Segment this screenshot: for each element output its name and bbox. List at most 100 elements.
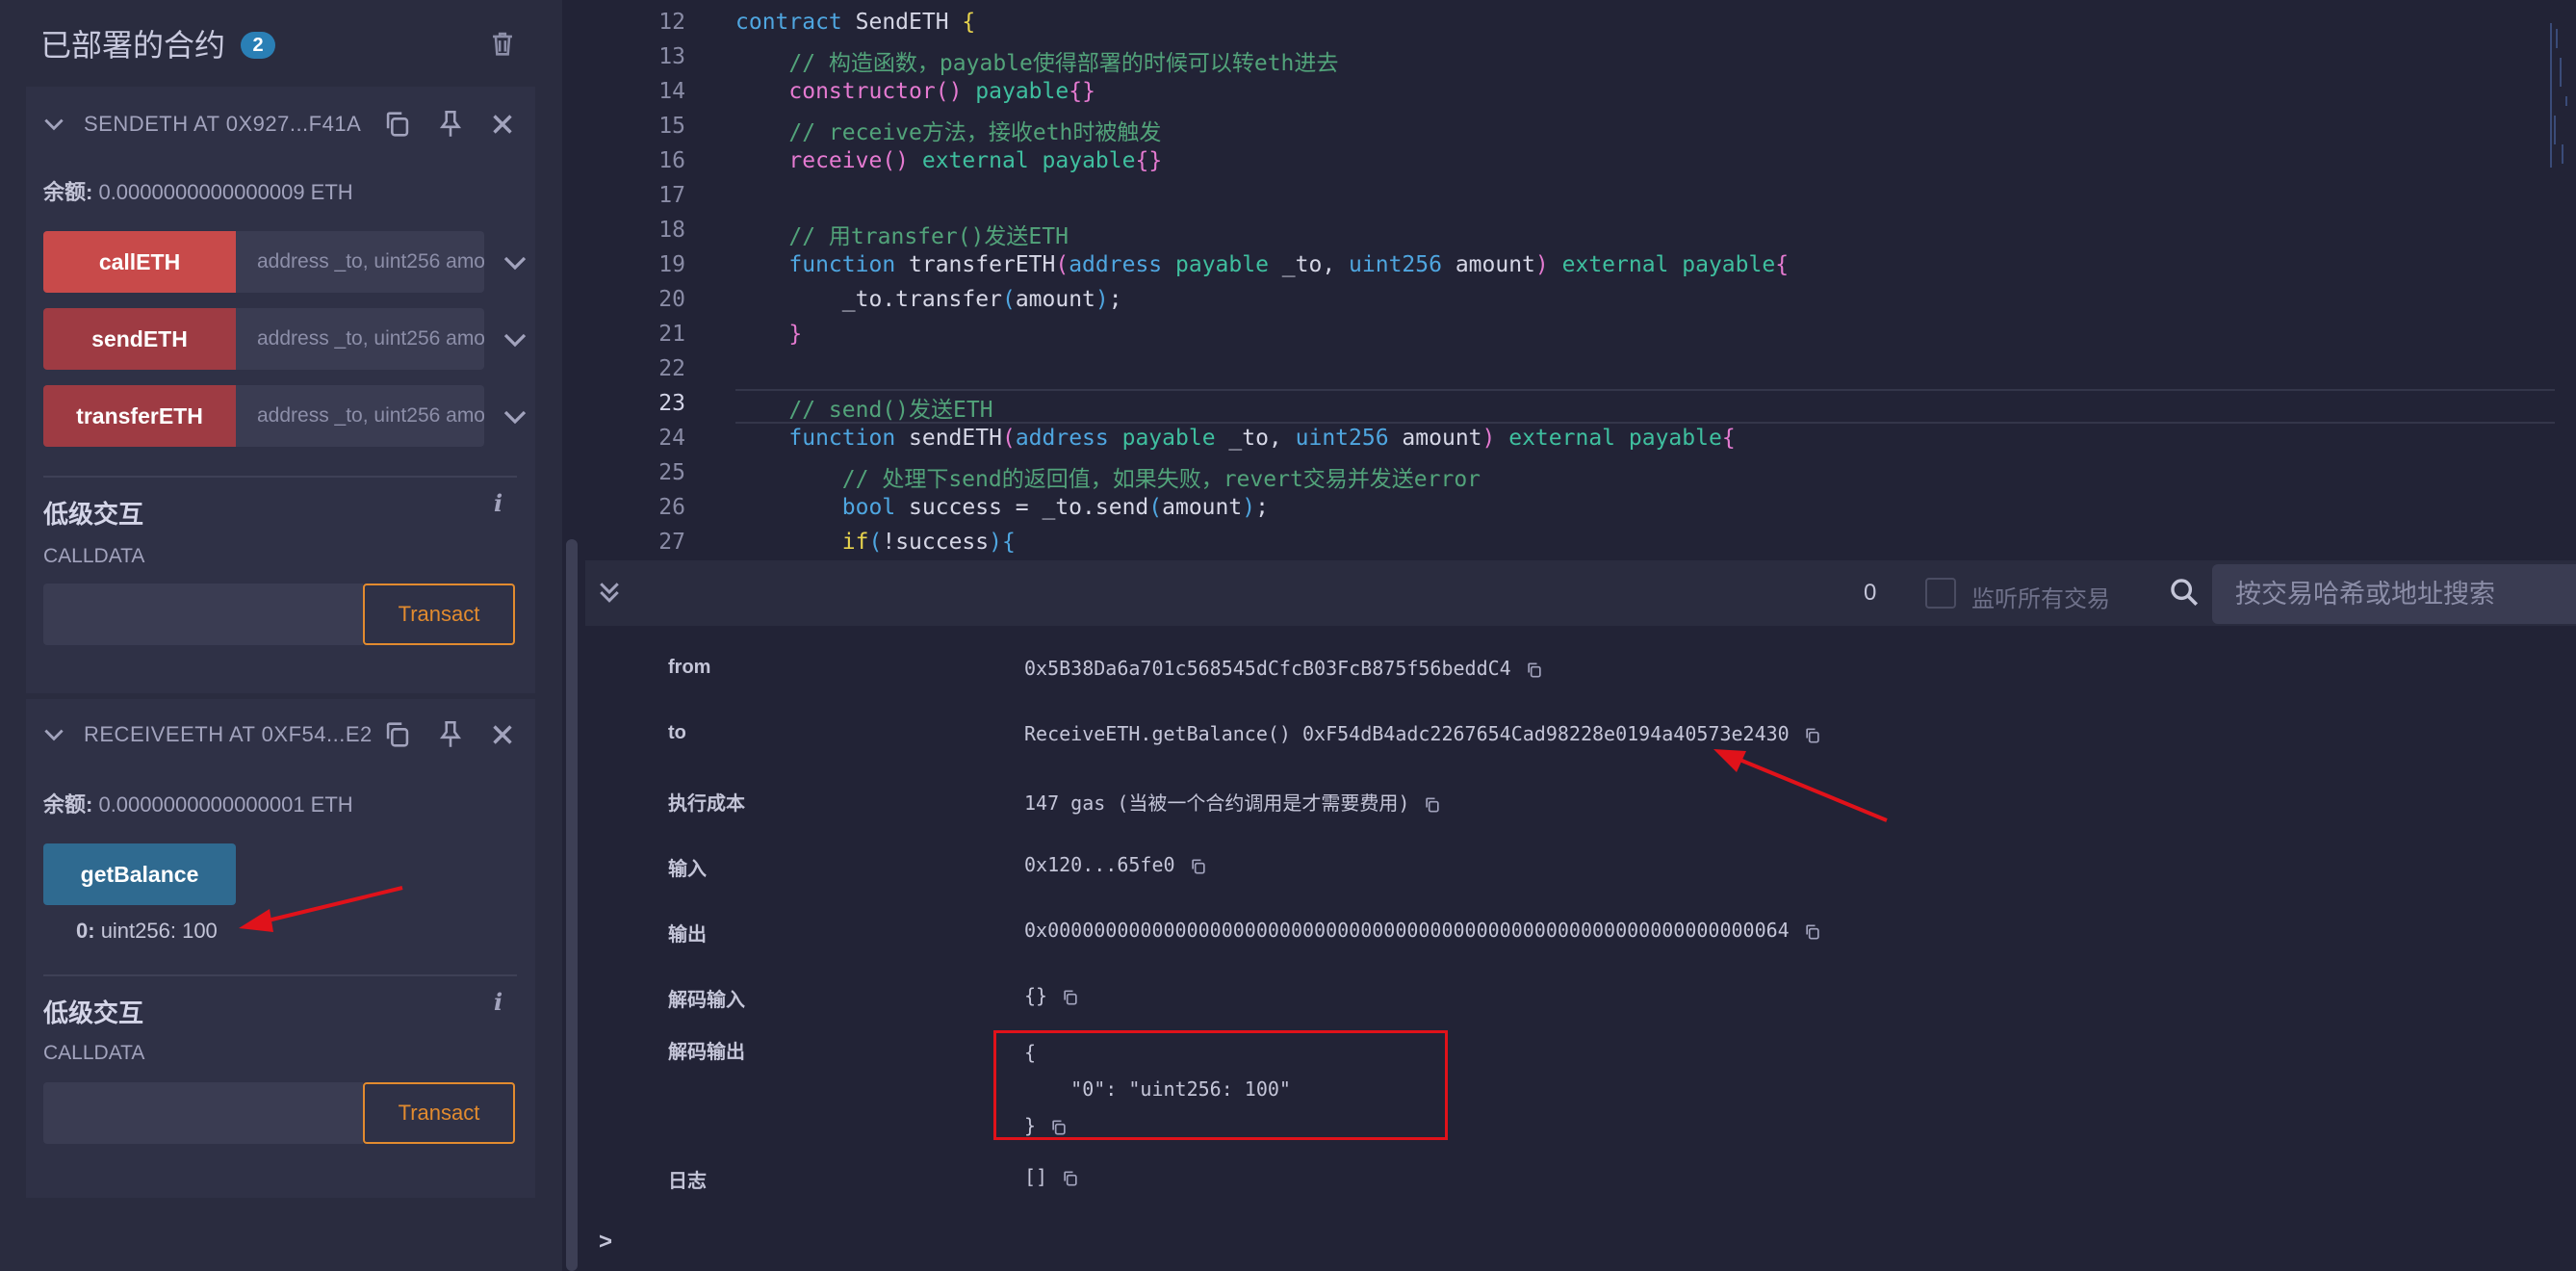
terminal-toolbar: 0 监听所有交易 按交易哈希或地址搜索 xyxy=(585,560,2576,626)
copy-icon[interactable] xyxy=(1423,795,1442,815)
contract-card-receiveeth: RECEIVEETH AT 0XF54...E2430 余额: 0.000000… xyxy=(26,699,535,1198)
minimap[interactable] xyxy=(2549,19,2574,173)
copy-icon[interactable] xyxy=(1189,857,1208,876)
copy-icon[interactable] xyxy=(1061,1169,1080,1188)
pin-icon[interactable] xyxy=(434,718,467,751)
calldata-label: CALLDATA xyxy=(43,1042,145,1064)
calleth-input[interactable]: address _to, uint256 amount xyxy=(236,231,484,293)
copy-icon[interactable] xyxy=(381,718,414,751)
tx-field-label: 解码输入 xyxy=(668,990,745,1011)
left-panel-scrollbar[interactable] xyxy=(562,0,585,1271)
copy-icon[interactable] xyxy=(1803,726,1822,745)
line-number: 27 xyxy=(658,530,685,555)
tx-field-label: from xyxy=(668,657,711,678)
line-number: 21 xyxy=(658,322,685,347)
divider xyxy=(43,476,517,478)
line-number: 15 xyxy=(658,114,685,139)
listen-all-checkbox[interactable] xyxy=(1925,578,1956,609)
getbalance-result: 0: uint256: 100 xyxy=(76,919,218,943)
line-number: 23 xyxy=(658,391,685,416)
transact-button[interactable]: Transact xyxy=(363,584,515,645)
line-number: 25 xyxy=(658,460,685,485)
deployed-contracts-panel: 已部署的合约 2 SENDETH AT 0X927...F41A 余额: 0.0… xyxy=(0,0,562,1271)
code-line[interactable]: // 用transfer()发送ETH xyxy=(735,218,1069,250)
chevron-down-icon[interactable] xyxy=(41,112,66,137)
code-line[interactable]: if(!success){ xyxy=(735,530,1016,555)
getbalance-button[interactable]: getBalance xyxy=(43,843,236,905)
copy-icon[interactable] xyxy=(1525,661,1544,680)
contract-address-label: SENDETH AT 0X927...F41A xyxy=(84,112,362,136)
code-line[interactable]: constructor() payable{} xyxy=(735,79,1095,104)
chevron-down-icon[interactable] xyxy=(41,722,66,747)
panel-title: 已部署的合约 xyxy=(40,28,226,63)
tx-field-label: 解码输出 xyxy=(668,1042,745,1063)
line-number: 22 xyxy=(658,356,685,381)
terminal-prompt[interactable]: > xyxy=(599,1229,612,1256)
close-icon[interactable] xyxy=(486,108,519,141)
terminal-output: from 0x5B38Da6a701c568545dCfcB03FcB875f5… xyxy=(585,626,2576,1271)
tx-to-value: ReceiveETH.getBalance() 0xF54dB4adc22676… xyxy=(1024,722,1822,745)
tx-from-value: 0x5B38Da6a701c568545dCfcB03FcB875f56bedd… xyxy=(1024,657,1544,680)
line-number: 16 xyxy=(658,148,685,173)
code-line[interactable]: bool success = _to.send(amount); xyxy=(735,495,1269,520)
divider xyxy=(43,974,517,976)
contract-card-sendeth: SENDETH AT 0X927...F41A 余额: 0.0000000000… xyxy=(26,87,535,693)
code-editor[interactable]: 12 13 14 15 16 17 18 19 20 21 22 23 24 25 26 27 contrac… xyxy=(585,0,2576,560)
transfereth-input[interactable]: address _to, uint256 amount xyxy=(236,385,484,447)
contract-balance: 余额: 0.0000000000000001 ETH xyxy=(43,792,353,817)
tx-field-label: 日志 xyxy=(668,1171,707,1192)
tx-field-label: 输入 xyxy=(668,859,707,880)
code-line[interactable]: // receive方法，接收eth时被触发 xyxy=(735,114,1161,146)
line-number: 26 xyxy=(658,495,685,520)
code-line[interactable]: receive() external payable{} xyxy=(735,148,1162,173)
chevron-down-icon[interactable] xyxy=(501,325,529,354)
code-line[interactable]: contract SendETH { xyxy=(735,10,975,35)
double-chevron-down-icon[interactable] xyxy=(595,578,624,607)
copy-icon[interactable] xyxy=(381,108,414,141)
trash-icon[interactable] xyxy=(486,27,519,60)
listen-all-label: 监听所有交易 xyxy=(1971,586,2110,612)
code-line[interactable]: // 处理下send的返回值，如果失败，revert交易并发送error xyxy=(735,460,1481,493)
pin-icon[interactable] xyxy=(434,108,467,141)
transact-button[interactable]: Transact xyxy=(363,1082,515,1144)
tx-output-value: 0x00000000000000000000000000000000000000… xyxy=(1024,919,1822,942)
info-icon[interactable]: i xyxy=(494,489,502,517)
tx-decoded-input-value: {} xyxy=(1024,984,1080,1007)
sendeth-input[interactable]: address _to, uint256 amount xyxy=(236,308,484,370)
calldata-input[interactable] xyxy=(43,584,363,645)
function-row-sendeth: sendETH address _to, uint256 amount xyxy=(43,308,534,370)
tx-gas-value: 147 gas (当被一个合约调用是才需要费用) xyxy=(1024,788,1442,816)
code-line[interactable]: _to.transfer(amount); xyxy=(735,287,1122,312)
line-number: 20 xyxy=(658,287,685,312)
close-icon[interactable] xyxy=(486,718,519,751)
sendeth-button[interactable]: sendETH xyxy=(43,308,236,370)
chevron-down-icon[interactable] xyxy=(501,402,529,431)
tx-field-label: to xyxy=(668,722,686,743)
scrollbar-thumb[interactable] xyxy=(566,539,578,1271)
contract-balance: 余额: 0.0000000000000009 ETH xyxy=(43,180,353,204)
contract-count-badge: 2 xyxy=(241,32,275,59)
line-number: 18 xyxy=(658,218,685,243)
code-line[interactable]: // send()发送ETH xyxy=(735,391,992,424)
tx-logs-value: [] xyxy=(1024,1165,1080,1188)
copy-icon[interactable] xyxy=(1061,988,1080,1007)
transfereth-button[interactable]: transferETH xyxy=(43,385,236,447)
info-icon[interactable]: i xyxy=(494,988,502,1016)
line-number: 13 xyxy=(658,44,685,69)
code-line[interactable]: function transferETH(address payable _to… xyxy=(735,252,1789,277)
tx-search-input[interactable]: 按交易哈希或地址搜索 xyxy=(2212,564,2576,624)
line-number: 17 xyxy=(658,183,685,208)
contract-header[interactable]: RECEIVEETH AT 0XF54...E2430 xyxy=(26,699,535,774)
code-line[interactable]: } xyxy=(735,322,802,347)
copy-icon[interactable] xyxy=(1803,922,1822,942)
code-line[interactable]: // 构造函数，payable使得部署的时候可以转eth进去 xyxy=(735,44,1338,77)
contract-header[interactable]: SENDETH AT 0X927...F41A xyxy=(26,87,535,162)
pending-tx-count: 0 xyxy=(1864,580,1877,606)
line-number: 14 xyxy=(658,79,685,104)
chevron-down-icon[interactable] xyxy=(501,248,529,277)
code-line[interactable]: function sendETH(address payable _to, ui… xyxy=(735,426,1735,451)
line-number: 12 xyxy=(658,10,685,35)
calldata-input[interactable] xyxy=(43,1082,363,1144)
search-icon[interactable] xyxy=(2168,576,2201,609)
calleth-button[interactable]: callETH xyxy=(43,231,236,293)
